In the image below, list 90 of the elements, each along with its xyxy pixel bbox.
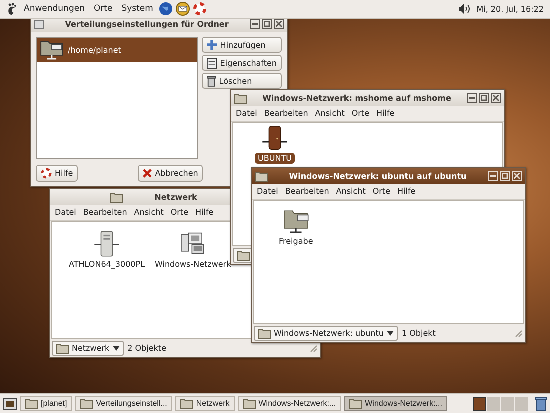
menu-item[interactable]: Hilfe — [376, 108, 395, 119]
document-icon — [207, 58, 218, 68]
close-icon — [276, 21, 282, 27]
maximize-button[interactable] — [262, 19, 272, 29]
menu-item[interactable]: Datei — [55, 207, 76, 218]
window-icon — [34, 19, 44, 29]
folder-icon — [110, 192, 123, 202]
close-icon — [514, 173, 520, 179]
menu-item[interactable]: Ansicht — [336, 186, 366, 197]
minimize-icon — [490, 175, 496, 177]
menu-item[interactable]: Hilfe — [398, 186, 416, 197]
file-label[interactable]: Windows-Netzwerk — [152, 259, 234, 270]
folder-icon — [25, 398, 38, 409]
menu-item[interactable]: Ansicht — [134, 207, 164, 218]
title-bar[interactable]: Windows-Netzwerk: mshome auf mshome — [231, 90, 504, 106]
door-icon[interactable] — [260, 124, 289, 152]
dialog-button[interactable]: Löschen — [202, 73, 282, 89]
minimize-icon — [469, 97, 475, 99]
clock[interactable]: Mi, 20. Jul, 16:22 — [472, 4, 544, 14]
task-button[interactable]: [planet] — [20, 396, 72, 411]
status-text: 2 Objekte — [128, 344, 166, 352]
window-title: Verteilungseinstellungen für Ordner — [64, 20, 230, 28]
globe-icon[interactable] — [159, 2, 174, 16]
menu-item[interactable]: Datei — [236, 108, 258, 119]
status-text: 1 Objekt — [402, 328, 436, 338]
location-dropdown[interactable]: Windows-Netzwerk: ubuntu — [254, 326, 398, 340]
file-label[interactable]: Freigabe — [276, 236, 316, 247]
window-title: Windows-Netzwerk: mshome auf mshome — [262, 94, 452, 102]
menu-item[interactable]: Ansicht — [315, 108, 345, 119]
lifebuoy-icon — [41, 168, 52, 179]
menu-item[interactable]: Bearbeiten — [264, 108, 308, 119]
dialog-button[interactable]: Hilfe — [36, 165, 78, 182]
dialog-button[interactable]: Eigenschaften — [202, 55, 282, 71]
close-button[interactable] — [491, 93, 501, 103]
folder-icon — [56, 342, 69, 354]
folder-icon — [349, 398, 362, 409]
foot-icon[interactable] — [6, 2, 18, 16]
folder-icon — [234, 92, 247, 104]
mail-icon[interactable] — [176, 2, 190, 16]
lifebuoy-icon[interactable] — [193, 2, 208, 16]
server-icon[interactable] — [93, 230, 122, 258]
show-desktop-icon[interactable] — [3, 398, 17, 410]
file-label[interactable]: ATHLON64_3000PL — [66, 259, 148, 270]
dialog-button[interactable]: Hinzufügen — [202, 37, 282, 53]
shared-folder-icon — [40, 40, 64, 60]
menu-item[interactable]: Orte — [352, 108, 370, 119]
menu-item[interactable]: Hilfe — [196, 207, 214, 218]
minimize-icon — [252, 23, 258, 25]
task-button[interactable]: Windows-Netzwerk:... — [344, 396, 448, 411]
trash-icon[interactable] — [535, 396, 547, 410]
maximize-icon — [264, 21, 270, 27]
location-dropdown[interactable]: Netzwerk — [52, 340, 124, 356]
window-title: Netzwerk — [154, 192, 198, 202]
folder-icon — [180, 398, 194, 409]
close-icon — [493, 95, 499, 101]
folder-icon — [258, 328, 271, 338]
menu-item[interactable]: Bearbeiten — [83, 207, 128, 218]
menu-item[interactable]: Orte — [372, 186, 390, 197]
title-bar[interactable]: Netzwerk — [50, 189, 230, 205]
file-label[interactable]: UBUNTU — [255, 153, 295, 164]
minimize-button[interactable] — [250, 19, 260, 29]
folder-icon — [242, 398, 256, 409]
workspace[interactable] — [473, 396, 486, 410]
task-button[interactable]: Windows-Netzwerk:... — [238, 396, 342, 411]
panel-menu[interactable]: Anwendungen — [21, 4, 88, 14]
menu-item[interactable]: Orte — [170, 207, 188, 218]
close-button[interactable] — [274, 19, 284, 29]
dialog-button[interactable]: Abbrechen — [138, 165, 204, 182]
caret-icon — [112, 346, 120, 350]
maximize-icon — [481, 95, 487, 101]
panel-menu[interactable]: System — [118, 4, 156, 14]
menu-item[interactable]: Datei — [257, 186, 278, 197]
maximize-icon — [502, 173, 508, 179]
share-row[interactable]: /home/planet — [37, 38, 198, 62]
caret-icon — [386, 330, 394, 336]
maximize-button[interactable] — [479, 93, 489, 103]
folder-icon — [80, 398, 94, 409]
task-button[interactable]: Netzwerk — [175, 396, 235, 411]
minimize-button[interactable] — [467, 93, 477, 103]
trash-icon — [207, 76, 216, 86]
plus-icon — [207, 40, 218, 50]
speaker-icon[interactable] — [458, 4, 470, 14]
window-title: Windows-Netzwerk: ubuntu auf ubuntu — [288, 172, 468, 180]
resize-grip-icon[interactable] — [309, 344, 318, 352]
resize-grip-icon[interactable] — [514, 328, 523, 338]
task-button[interactable]: Verteilungseinstell... — [75, 396, 172, 411]
panel-menu[interactable]: Orte — [90, 4, 116, 14]
cross-icon — [143, 169, 152, 178]
folder-icon — [255, 170, 268, 182]
menu-item[interactable]: Bearbeiten — [285, 186, 330, 197]
